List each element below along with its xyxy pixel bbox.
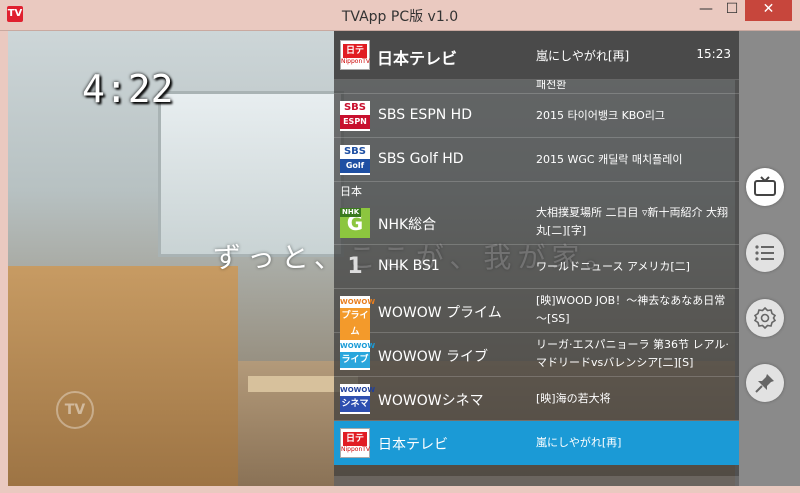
channel-program: 大相撲夏場所 二日目 ▿新十両紹介 大翔丸[二][字] <box>536 206 729 237</box>
logo-text: WOWOW <box>340 342 376 350</box>
channel-row[interactable]: 패전환 <box>334 80 739 94</box>
window-title: TVApp PC版 v1.0 <box>341 9 459 25</box>
logo-text: SBS <box>343 146 367 157</box>
channel-name: WOWOW ライブ <box>378 349 489 365</box>
channel-name: WOWOW プライム <box>378 305 502 321</box>
broadcast-clock: 4:22 <box>82 67 174 111</box>
now-playing-header: 日テレ NipponTV 日本テレビ 嵐にしやがれ[再] 15:23 <box>334 31 739 80</box>
channel-panel: 日テレ NipponTV 日本テレビ 嵐にしやがれ[再] 15:23 패전환 S… <box>334 31 739 486</box>
channel-program: 2015 타이어뱅크 KBO리그 <box>536 109 666 122</box>
channel-row-wowow-prime[interactable]: WOWOW プライム WOWOW プライム [映]WOOD JOB！～神去なあな… <box>334 289 739 340</box>
channel-row-nhk-sogo[interactable]: NHK G NHK総合 大相撲夏場所 二日目 ▿新十両紹介 大翔丸[二][字] <box>334 201 739 245</box>
nhk-g-logo-icon: NHK G <box>340 208 370 238</box>
now-playing-channel: 日本テレビ <box>377 49 458 68</box>
channel-program: [映]海の若大将 <box>536 392 611 405</box>
channel-name: NHK総合 <box>378 217 437 233</box>
window-border-left <box>0 31 8 493</box>
tv-icon <box>754 176 776 196</box>
title-bar: TV TVApp PC版 v1.0 — ☐ ✕ <box>0 0 800 31</box>
logo-text: WOWOW <box>340 386 376 394</box>
channel-program: 패전환 <box>536 80 567 91</box>
logo-text: NHK <box>340 208 362 217</box>
close-button[interactable]: ✕ <box>745 0 792 21</box>
logo-text: SBS <box>343 102 367 113</box>
channel-program: ワールドニュース アメリカ[二] <box>536 260 690 273</box>
minimize-button[interactable]: — <box>693 0 719 21</box>
channel-row-wowow-cinema[interactable]: WOWOW シネマ WOWOWシネマ [映]海の若大将 <box>334 377 739 421</box>
channel-program: 嵐にしやがれ[再] <box>536 436 622 449</box>
channel-name: SBS ESPN HD <box>378 107 472 123</box>
section-header-japan: 日本 <box>340 185 362 198</box>
logo-text: ライブ <box>340 352 370 368</box>
now-playing-program: 嵐にしやがれ[再] <box>536 49 630 63</box>
channel-row-sbs-golf[interactable]: SBS Golf SBS Golf HD 2015 WGC 캐딜락 매치플레이 <box>334 138 739 182</box>
video-scene-counter <box>8 266 238 486</box>
sbs-golf-logo-icon: SBS Golf <box>340 145 370 175</box>
now-playing-time: 15:23 <box>696 47 731 61</box>
settings-button[interactable] <box>746 299 784 337</box>
wowow-cinema-logo-icon: WOWOW シネマ <box>340 384 376 414</box>
channel-row-wowow-live[interactable]: WOWOW ライブ WOWOW ライブ リーガ·エスパニョーラ 第36节 レアル… <box>334 333 739 377</box>
pin-button[interactable] <box>746 364 784 402</box>
list-icon <box>755 245 774 261</box>
maximize-button[interactable]: ☐ <box>719 0 745 21</box>
ntv-logo-subtext: NipponTV <box>341 58 371 65</box>
sbs-espn-logo-icon: SBS ESPN <box>340 101 370 131</box>
nhk-bs1-logo-icon: 1 <box>347 254 363 279</box>
channel-program: [映]WOOD JOB！～神去なあなあ日常～[SS] <box>536 294 726 325</box>
channel-row-sbs-espn[interactable]: SBS ESPN SBS ESPN HD 2015 타이어뱅크 KBO리그 <box>334 94 739 138</box>
channel-list-button[interactable] <box>746 234 784 272</box>
tv-button[interactable] <box>746 168 784 206</box>
logo-text: Golf <box>340 159 370 173</box>
broadcast-watermark: TV <box>56 391 94 429</box>
logo-text: ESPN <box>340 115 370 129</box>
channel-row-nhk-bs1[interactable]: 1 NHK BS1 ワールドニュース アメリカ[二] <box>334 245 739 289</box>
ntv-logo-text: 日テレ <box>343 44 367 70</box>
logo-text: シネマ <box>340 396 370 412</box>
ntv-logo-icon: 日テレ NipponTV <box>340 428 370 458</box>
wowow-prime-logo-icon: WOWOW プライム <box>340 296 376 340</box>
settings-icon <box>753 306 777 330</box>
channel-name: NHK BS1 <box>378 258 440 274</box>
channel-list[interactable]: 패전환 SBS ESPN SBS ESPN HD 2015 타이어뱅크 KBO리… <box>334 80 739 486</box>
channel-name: WOWOWシネマ <box>378 393 484 409</box>
channel-name: SBS Golf HD <box>378 151 464 167</box>
channel-name: 日本テレビ <box>378 437 448 453</box>
logo-text: WOWOW <box>340 298 376 306</box>
pin-icon <box>755 374 774 393</box>
channel-program: リーガ·エスパニョーラ 第36节 レアル·マドリードvsバレンシア[二][S] <box>536 338 729 369</box>
wowow-live-logo-icon: WOWOW ライブ <box>340 340 376 370</box>
logo-text: NipponTV <box>341 446 371 453</box>
ntv-logo-icon: 日テレ NipponTV <box>340 40 370 70</box>
window-border-bottom <box>0 486 800 493</box>
channel-program: 2015 WGC 캐딜락 매치플레이 <box>536 153 683 166</box>
channel-row-partial[interactable] <box>334 476 739 486</box>
channel-row-ntv-selected[interactable]: 日テレ NipponTV 日本テレビ 嵐にしやがれ[再] <box>334 421 739 465</box>
video-scene-window <box>158 91 344 257</box>
logo-text: 日テレ <box>343 432 367 458</box>
